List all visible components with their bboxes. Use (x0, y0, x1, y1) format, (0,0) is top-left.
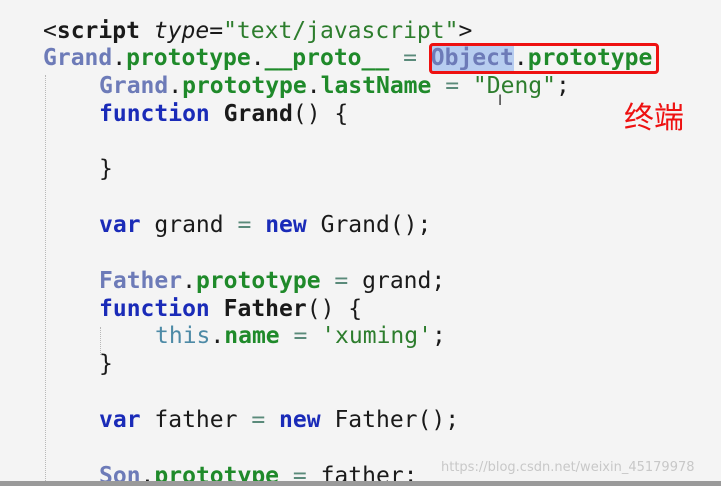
code-token: ; (431, 323, 446, 349)
code-token: = (431, 73, 473, 99)
code-token: prototype (182, 73, 307, 99)
watermark: https://blog.csdn.net/weixin_45179978 (441, 460, 695, 475)
code-token: Father(); (320, 407, 460, 433)
code-line[interactable]: } (99, 155, 113, 183)
code-token: . (168, 73, 183, 99)
code-token: . (306, 73, 321, 99)
code-token: script (56, 18, 140, 44)
code-token: 'xuming' (321, 323, 432, 349)
code-editor[interactable]: <script type="text/javascript"> Grand.pro… (0, 0, 721, 486)
code-token: father (140, 407, 252, 433)
code-token: var (99, 407, 141, 433)
code-token: ; (556, 73, 570, 99)
code-line[interactable]: function Grand() { (99, 100, 348, 128)
code-token: Father (223, 296, 307, 322)
code-token: < (43, 18, 57, 44)
code-token: = (320, 268, 363, 294)
code-token: "text/javascript" (223, 18, 459, 44)
code-token: = (279, 323, 322, 349)
code-token: = (209, 18, 224, 44)
code-token: () { (306, 296, 363, 322)
code-token: __proto__ (264, 45, 390, 71)
code-token: prototype (195, 268, 321, 294)
code-token: grand (140, 212, 238, 238)
code-token: function (99, 101, 210, 127)
code-line[interactable]: this.name = 'xuming'; (155, 322, 446, 350)
code-token: Grand(); (306, 212, 432, 238)
code-token: this (155, 323, 211, 349)
code-line[interactable]: } (99, 350, 113, 378)
code-token: . (210, 323, 225, 349)
code-token: Grand (223, 101, 293, 127)
code-token: Grand (99, 73, 169, 99)
code-line[interactable]: var father = new Father(); (99, 406, 459, 434)
code-token: > (458, 18, 473, 44)
code-token: prototype (126, 45, 251, 71)
annotation-label: 终端 (624, 101, 684, 136)
code-token: name (224, 323, 280, 349)
code-line[interactable]: Father.prototype = grand; (99, 267, 445, 295)
code-token: = (389, 45, 431, 71)
code-token: . (112, 45, 127, 71)
code-token: type (153, 18, 210, 44)
code-line[interactable]: var grand = new Grand(); (99, 211, 431, 239)
code-token: var (99, 212, 141, 238)
code-token: () { (292, 101, 349, 127)
indent-guide (45, 75, 46, 485)
code-token: . (182, 268, 196, 294)
code-token: Father (99, 268, 183, 294)
code-token: = (237, 212, 252, 238)
highlight-box (429, 43, 659, 74)
code-token: lastName (320, 73, 432, 99)
code-token: new (279, 407, 321, 433)
code-token: } (99, 351, 113, 377)
indent-guide-inner (100, 327, 101, 355)
code-token: new (265, 212, 307, 238)
code-token: "Deng" (472, 73, 557, 99)
code-token: } (99, 156, 113, 182)
code-token: = (251, 407, 266, 433)
scrollbar-track[interactable] (0, 481, 721, 486)
text-cursor-icon: I (498, 93, 503, 109)
code-line[interactable]: <script type="text/javascript"> (43, 17, 472, 45)
code-line[interactable]: function Father() { (99, 295, 362, 323)
code-token: function (99, 296, 210, 322)
code-token: . (250, 45, 265, 71)
code-token: grand; (362, 268, 446, 294)
code-token: Grand (43, 45, 113, 71)
